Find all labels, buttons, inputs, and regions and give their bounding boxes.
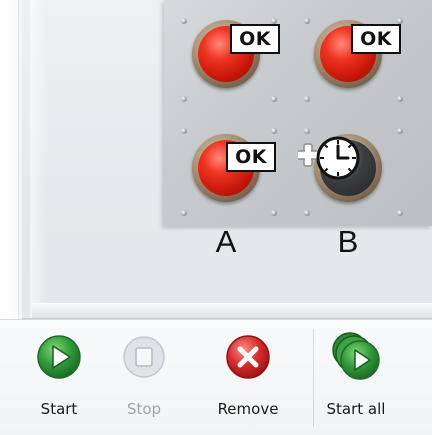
close-icon: [226, 335, 270, 379]
rivet: [181, 128, 187, 134]
start-label: Start: [40, 400, 78, 418]
add-timer-icon: [298, 136, 360, 180]
ok-badge: OK: [351, 24, 401, 54]
workspace-ledge: [32, 303, 432, 318]
rivet: [271, 96, 277, 102]
rivet: [304, 210, 310, 216]
rivet: [397, 128, 403, 134]
remove-label: Remove: [217, 400, 279, 418]
stop-icon: [123, 336, 165, 378]
toolbar: Start Stop Remove Start all: [0, 319, 432, 435]
rivet: [271, 210, 277, 216]
column-label-b: B: [337, 224, 359, 259]
left-frame: [0, 0, 19, 330]
ok-badge: OK: [226, 142, 276, 172]
ok-badge: OK: [230, 24, 280, 54]
stop-label: Stop: [126, 400, 162, 418]
rivet: [271, 128, 277, 134]
remove-button[interactable]: Remove: [198, 320, 298, 435]
rivet: [181, 210, 187, 216]
rivet: [397, 210, 403, 216]
column-label-a: A: [215, 224, 237, 259]
start-button[interactable]: Start: [24, 320, 94, 435]
rivet: [181, 18, 187, 24]
play-all-icon: [332, 332, 380, 380]
rivet: [304, 96, 310, 102]
lamp-panel: OK OK OK A B: [164, 0, 432, 259]
stop-button[interactable]: Stop: [112, 320, 176, 435]
app-window: OK OK OK A B Start Stop Remove Start all: [0, 0, 432, 435]
rivet: [181, 96, 187, 102]
start-all-button[interactable]: Start all: [316, 320, 396, 435]
play-icon: [37, 335, 81, 379]
start-all-label: Start all: [326, 400, 386, 418]
rivet: [397, 96, 403, 102]
rivet: [304, 18, 310, 24]
toolbar-separator: [313, 329, 314, 427]
